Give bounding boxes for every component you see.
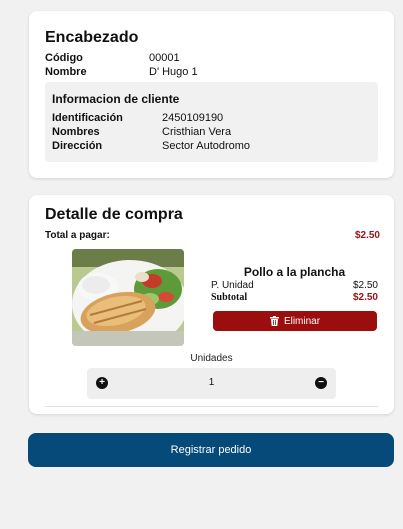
header-title: Encabezado <box>45 29 139 46</box>
quantity-stepper: + 1 − <box>87 368 336 399</box>
delete-button[interactable]: Eliminar <box>213 311 377 331</box>
codigo-value: 00001 <box>149 52 180 64</box>
unit-price-value: $2.50 <box>352 280 378 291</box>
grilled-chicken-image <box>72 249 184 346</box>
product-image <box>72 249 184 346</box>
client-info-title: Informacion de cliente <box>52 92 180 106</box>
unit-price-label: P. Unidad <box>211 280 254 291</box>
trash-icon <box>269 316 279 326</box>
unit-price-row: P. Unidad $2.50 <box>211 280 378 292</box>
nombre-value: D' Hugo 1 <box>149 66 198 78</box>
client-id-label: Identificación <box>52 112 123 124</box>
product-name: Pollo a la plancha <box>243 265 346 279</box>
client-address-value: Sector Autodromo <box>162 140 251 152</box>
client-address-label: Dirección <box>52 140 103 152</box>
delete-button-label: Eliminar <box>283 315 321 327</box>
client-names-value: Cristhian Vera <box>162 126 232 138</box>
client-names-label: Nombres <box>52 126 100 138</box>
total-label: Total a pagar: <box>45 230 110 241</box>
units-label: Unidades <box>190 353 233 364</box>
client-id-value: 2450109190 <box>162 112 224 124</box>
subtotal-label: Subtotal <box>211 292 248 303</box>
subtotal-value: $2.50 <box>352 292 378 303</box>
client-names-row: Nombres Cristhian Vera <box>52 126 372 140</box>
register-order-button[interactable]: Registrar pedido <box>28 433 394 467</box>
divider <box>45 406 378 407</box>
codigo-row: Código 00001 <box>45 52 378 66</box>
subtotal-row: Subtotal $2.50 <box>211 292 378 304</box>
nombre-label: Nombre <box>45 66 87 78</box>
detail-title: Detalle de compra <box>45 206 183 223</box>
client-id-row: Identificación 2450109190 <box>52 112 372 126</box>
quantity-value: 1 <box>208 377 215 388</box>
nombre-row: Nombre D' Hugo 1 <box>45 66 378 80</box>
codigo-label: Código <box>45 52 83 64</box>
header-card: Encabezado Código 00001 Nombre D' Hugo 1… <box>29 11 394 178</box>
minus-circle-icon[interactable]: − <box>315 377 327 389</box>
total-value: $2.50 <box>354 230 380 241</box>
client-address-row: Dirección Sector Autodromo <box>52 140 372 154</box>
detail-card: Detalle de compra Total a pagar: $2.50 P… <box>29 195 394 414</box>
client-info-box: Informacion de cliente Identificación 24… <box>45 82 378 162</box>
